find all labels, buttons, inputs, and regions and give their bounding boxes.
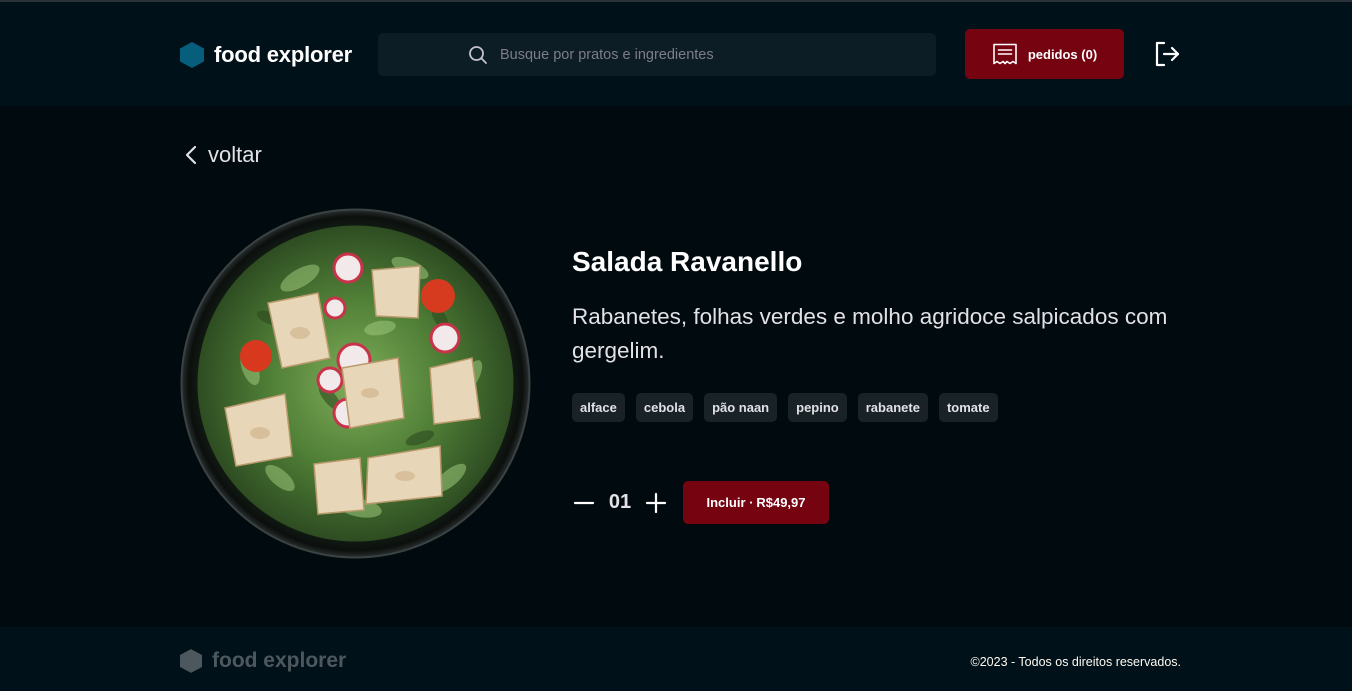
brand-logo[interactable]: food explorer <box>180 42 352 68</box>
footer-brand: food explorer <box>180 649 346 673</box>
app-header: food explorer pedidos (0) <box>0 2 1352 106</box>
search-icon <box>469 45 487 64</box>
plus-icon[interactable] <box>644 491 668 515</box>
search-input[interactable] <box>500 46 900 63</box>
orders-button[interactable]: pedidos (0) <box>965 29 1124 79</box>
hexagon-logo-icon <box>180 42 204 68</box>
dish-title: Salada Ravanello <box>572 246 803 277</box>
ingredient-tag: pão naan <box>704 393 778 422</box>
ingredient-tag: pepino <box>788 393 847 422</box>
add-to-order-button[interactable]: Incluir ∙ R$49,97 <box>683 481 829 524</box>
footer-brand-name: food explorer <box>212 649 347 672</box>
back-link[interactable]: voltar <box>184 142 262 168</box>
hexagon-logo-icon <box>180 649 202 673</box>
app-footer: food explorer ©2023 - Todos os direitos … <box>0 627 1352 691</box>
receipt-icon <box>993 43 1017 65</box>
dish-image <box>180 208 531 559</box>
orders-label: pedidos (0) <box>1027 46 1098 62</box>
ingredient-tag: tomate <box>938 393 998 422</box>
quantity-value: 01 <box>608 491 632 513</box>
ingredient-tags: alface cebola pão naan pepino rabanete t… <box>572 393 1192 422</box>
minus-icon[interactable] <box>572 491 596 515</box>
sign-out-icon[interactable] <box>1153 40 1181 68</box>
dish-description: Rabanetes, folhas verdes e molho agridoc… <box>572 304 1168 363</box>
back-label: voltar <box>208 142 262 167</box>
dish-info: Salada Ravanello Rabanetes, folhas verde… <box>572 246 1192 422</box>
ingredient-tag: cebola <box>635 393 694 422</box>
quantity-stepper: 01 Incluir ∙ R$49,97 <box>572 481 829 524</box>
brand-name: food explorer <box>214 42 352 67</box>
ingredient-tag: rabanete <box>857 393 928 422</box>
dish-page: voltar Salada Ravanello Rabanetes, folha… <box>0 106 1352 628</box>
ingredient-tag: alface <box>572 393 625 422</box>
copyright-text: ©2023 - Todos os direitos reservados. <box>970 655 1181 669</box>
search-bar[interactable] <box>378 33 936 76</box>
chevron-left-icon <box>185 145 197 165</box>
